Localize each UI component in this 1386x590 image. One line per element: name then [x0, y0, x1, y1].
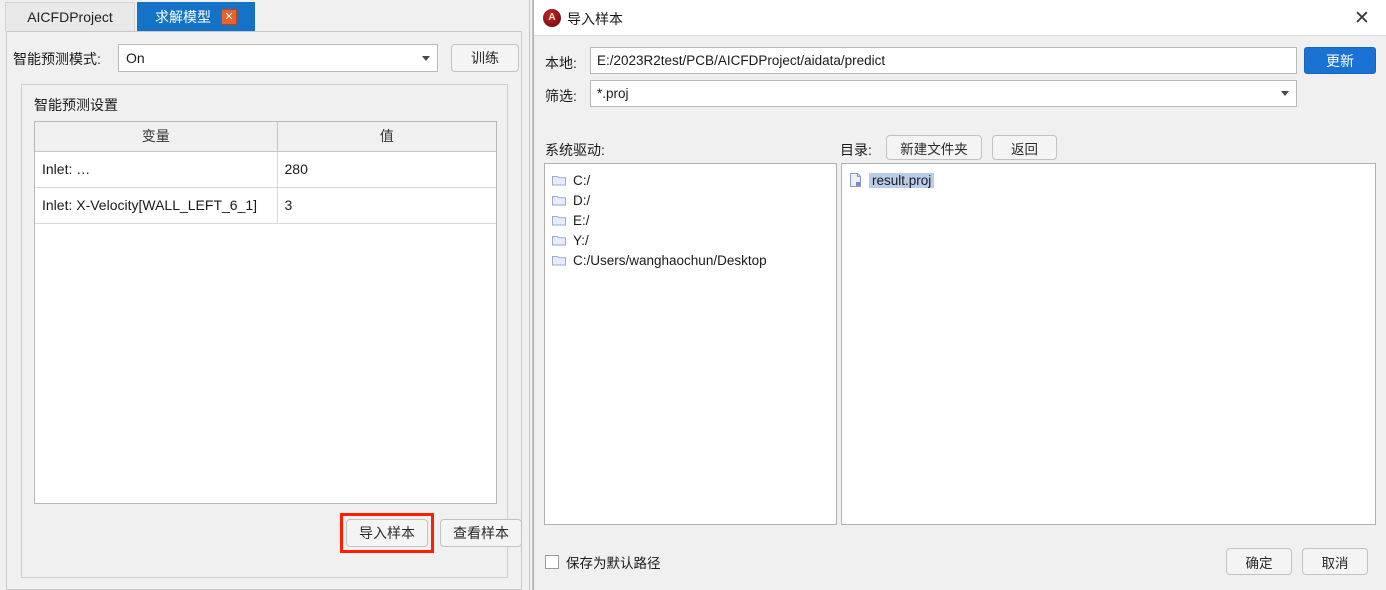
close-icon[interactable]: ✕: [1345, 4, 1379, 32]
file-list[interactable]: result.proj: [841, 163, 1376, 525]
column-header-value: 值: [277, 122, 496, 152]
list-item-label: C:/: [573, 172, 591, 188]
prediction-settings-groupbox: 智能预测设置 变量 值 Inlet: … 280 Inlet: X-Veloci…: [21, 84, 522, 578]
dialog-title: 导入样本: [567, 11, 623, 27]
folder-icon: [552, 254, 566, 266]
tab-aicfdproject[interactable]: AICFDProject: [5, 2, 135, 31]
train-button[interactable]: 训练: [451, 44, 519, 72]
system-drives-label: 系统驱动:: [545, 142, 605, 158]
tab-solve-model[interactable]: 求解模型 ✕: [137, 2, 255, 31]
view-sample-button[interactable]: 查看样本: [440, 519, 522, 547]
cell-value[interactable]: 280: [277, 151, 496, 188]
list-item-label: result.proj: [869, 172, 935, 188]
local-path-label: 本地:: [545, 55, 577, 71]
list-item[interactable]: C:/: [545, 170, 836, 190]
cancel-button[interactable]: 取消: [1302, 548, 1368, 575]
back-button[interactable]: 返回: [992, 135, 1057, 160]
list-item-label: C:/Users/wanghaochun/Desktop: [573, 252, 767, 268]
tab-label: AICFDProject: [27, 9, 113, 25]
column-header-variable: 变量: [35, 122, 278, 152]
left-panel-body: 智能预测模式: On 训练 智能预测设置 变量 值 Inlet: … 280 I…: [6, 31, 522, 590]
folder-icon: [552, 194, 566, 206]
update-button[interactable]: 更新: [1304, 47, 1376, 74]
file-icon: [849, 173, 862, 187]
tab-bar: AICFDProject 求解模型 ✕: [0, 0, 529, 31]
import-sample-button[interactable]: 导入样本: [346, 519, 428, 547]
list-item-label: E:/: [573, 212, 590, 228]
sample-buttons-row: 导入样本 查看样本: [22, 513, 522, 553]
folder-icon: [552, 234, 566, 246]
directory-label: 目录:: [840, 142, 872, 158]
system-drives-list[interactable]: C:/ D:/ E:/ Y:/ C:/Users/wanghaochun/Des…: [544, 163, 837, 525]
list-item[interactable]: Y:/: [545, 230, 836, 250]
left-panel: AICFDProject 求解模型 ✕ 智能预测模式: On 训练 智能预测设置: [0, 0, 529, 590]
prediction-mode-row: 智能预测模式: On 训练: [13, 44, 519, 74]
cell-variable: Inlet: X-Velocity[WALL_LEFT_6_1]: [35, 187, 278, 224]
folder-icon: [552, 214, 566, 226]
dialog-titlebar: A 导入样本 ✕: [534, 0, 1386, 36]
chevron-down-icon: [415, 45, 437, 71]
chevron-down-icon: [1274, 81, 1296, 106]
checkbox-box[interactable]: [545, 555, 559, 569]
local-path-input[interactable]: E:/2023R2test/PCB/AICFDProject/aidata/pr…: [590, 47, 1297, 74]
table-row[interactable]: Inlet: X-Velocity[WALL_LEFT_6_1] 3: [35, 187, 496, 224]
tab-close-icon[interactable]: ✕: [221, 8, 237, 25]
list-item-label: Y:/: [573, 232, 589, 248]
new-folder-button[interactable]: 新建文件夹: [886, 135, 982, 160]
app-window: AICFDProject 求解模型 ✕ 智能预测模式: On 训练 智能预测设置: [0, 0, 1386, 590]
list-item[interactable]: result.proj: [842, 170, 1375, 190]
table-row[interactable]: Inlet: … 280: [35, 151, 496, 188]
variables-table: 变量 值 Inlet: … 280 Inlet: X-Velocity[WALL…: [34, 121, 497, 504]
cell-value[interactable]: 3: [277, 187, 496, 224]
list-item[interactable]: C:/Users/wanghaochun/Desktop: [545, 250, 836, 270]
filter-value: *.proj: [597, 86, 629, 101]
prediction-mode-value: On: [126, 50, 145, 66]
prediction-mode-select[interactable]: On: [118, 44, 438, 72]
checkbox-label: 保存为默认路径: [566, 556, 661, 571]
save-default-path-checkbox[interactable]: 保存为默认路径: [545, 552, 661, 572]
filter-label: 筛选:: [545, 88, 577, 104]
ok-button[interactable]: 确定: [1226, 548, 1292, 575]
filter-select[interactable]: *.proj: [590, 80, 1297, 107]
cell-variable: Inlet: …: [35, 151, 278, 188]
list-item-label: D:/: [573, 192, 591, 208]
import-sample-dialog: A 导入样本 ✕ 本地: E:/2023R2test/PCB/AICFDProj…: [533, 0, 1386, 590]
groupbox-title: 智能预测设置: [34, 97, 118, 113]
app-logo-icon: A: [543, 9, 561, 27]
table-header-row: 变量 值: [35, 122, 496, 152]
prediction-mode-label: 智能预测模式:: [13, 51, 101, 67]
list-item[interactable]: D:/: [545, 190, 836, 210]
tab-label: 求解模型: [155, 8, 211, 25]
list-item[interactable]: E:/: [545, 210, 836, 230]
folder-icon: [552, 174, 566, 186]
